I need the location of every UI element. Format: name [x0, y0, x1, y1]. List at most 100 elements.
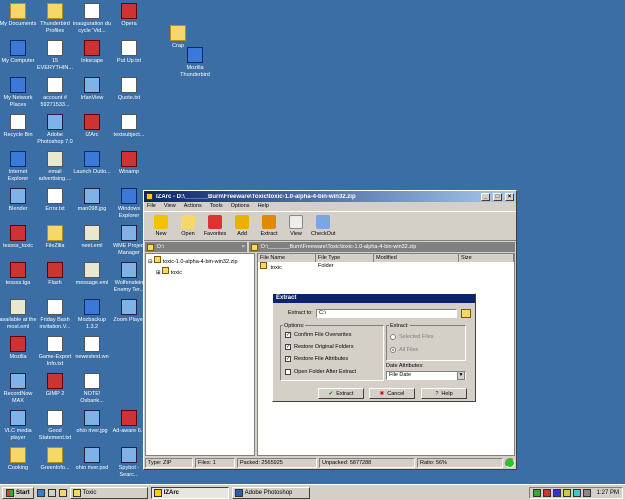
minimize-button[interactable]: _	[481, 192, 490, 201]
close-pane-icon[interactable]: ×	[242, 244, 245, 250]
start-button[interactable]: Start	[2, 486, 34, 499]
desktop-icon[interactable]: neet.eml	[72, 225, 112, 250]
desktop-icon[interactable]: ohio river.jpg	[72, 410, 112, 435]
desktop-icon[interactable]: FileZilla	[35, 225, 75, 250]
speaker-icon[interactable]	[582, 488, 591, 497]
menu-tools[interactable]: Tools	[210, 203, 223, 210]
task-photoshop[interactable]: Adobe Photoshop	[231, 486, 310, 499]
view-button[interactable]: View	[284, 214, 308, 238]
desktop-icon-mozilla-thunderbird[interactable]: Mozilla Thunderbird	[175, 47, 215, 79]
menu-options[interactable]: Options	[231, 203, 250, 210]
desktop-icon[interactable]: Recycle Bin	[0, 114, 38, 139]
desktop-icon[interactable]: man098.jpg	[72, 188, 112, 213]
desktop-icon[interactable]: GreenInfo...	[35, 447, 75, 472]
menu-file[interactable]: File	[147, 203, 156, 210]
up-folder-icon[interactable]	[147, 243, 154, 251]
quicklaunch-desktop-icon[interactable]	[47, 488, 56, 497]
desktop-icon[interactable]: Adobe Photoshop 7.0	[35, 114, 75, 146]
menu-view[interactable]: View	[164, 203, 176, 210]
folder-tree[interactable]: ⊟ toxic-1.0-alpha-4-bin-win32.zip ⊞ toxi…	[145, 253, 255, 456]
extract-button[interactable]: Extract	[257, 214, 281, 238]
task-toxic[interactable]: Toxic	[69, 486, 148, 499]
desktop-icon[interactable]: Good Statement.txt	[35, 410, 75, 442]
tray-icon[interactable]	[552, 488, 561, 497]
desktop-icon[interactable]: Opera	[109, 3, 149, 28]
desktop-icon[interactable]: ohio river.psd	[72, 447, 112, 472]
col-file-type[interactable]: File Type	[316, 254, 374, 262]
desktop-icon[interactable]: email advertising....	[35, 151, 75, 183]
desktop-icon[interactable]: Put Up.txt	[109, 40, 149, 65]
tray-icon[interactable]	[562, 488, 571, 497]
date-attributes-select[interactable]: File Date ▼	[386, 371, 466, 380]
table-row[interactable]: toxic Folder	[258, 262, 514, 273]
selected-files-radio[interactable]: Selected Files	[390, 334, 434, 340]
checkout-button[interactable]: CheckOut	[311, 214, 335, 238]
all-files-radio[interactable]: All Files	[390, 347, 418, 353]
tray-icon[interactable]	[532, 488, 541, 497]
desktop-icon[interactable]: GIMP 2	[35, 373, 75, 398]
up-folder-icon[interactable]	[251, 243, 258, 251]
col-modified[interactable]: Modified	[374, 254, 459, 262]
restore-folders-checkbox[interactable]: ✓ Restore Original Folders	[285, 344, 354, 350]
desktop-icon[interactable]: available at the most.eml	[0, 299, 38, 331]
desktop-icon[interactable]: RecordNow MAX	[0, 373, 38, 405]
desktop-icon[interactable]: Flash	[35, 262, 75, 287]
open-folder-checkbox[interactable]: Open Folder After Extract	[285, 369, 356, 375]
tray-icon[interactable]	[572, 488, 581, 497]
desktop-icon[interactable]: account # 59271533...	[35, 77, 75, 109]
desktop-icon[interactable]: Winamp	[109, 151, 149, 176]
left-path[interactable]: D:\ ×	[145, 242, 247, 252]
right-path[interactable]: D:\_______Burn\Freeware\Toxic\toxic-1.0-…	[249, 242, 515, 252]
desktop-icon[interactable]: message.eml	[72, 262, 112, 287]
col-size[interactable]: Size	[459, 254, 514, 262]
task-izarc[interactable]: IZArc	[150, 486, 229, 499]
quicklaunch-ie-icon[interactable]	[36, 488, 45, 497]
desktop-icon[interactable]: VLC media player	[0, 410, 38, 442]
open-button[interactable]: Open	[176, 214, 200, 238]
desktop-icon[interactable]: inauguration du cycle 'Vid...	[72, 3, 112, 35]
desktop-icon[interactable]: tessss.tga	[0, 262, 38, 287]
add-button[interactable]: Add	[230, 214, 254, 238]
desktop-icon[interactable]: Friday Bash invitation.V...	[35, 299, 75, 331]
desktop-icon[interactable]: textsubject...	[109, 114, 149, 139]
browse-folder-icon[interactable]	[461, 309, 471, 318]
desktop-icon[interactable]: My Network Places	[0, 77, 38, 109]
desktop-icon[interactable]: Mozilla	[0, 336, 38, 361]
col-file-name[interactable]: File Name	[258, 254, 316, 262]
close-button[interactable]: ×	[505, 192, 514, 201]
izarc-title-bar[interactable]: IZArc - D:\_______Burn\Freeware\Toxic\to…	[144, 191, 516, 202]
extract-confirm-button[interactable]: ✔ Extract	[318, 388, 364, 399]
desktop-icon[interactable]: Error.txt	[35, 188, 75, 213]
desktop-icon[interactable]: Thunderbird Profiles	[35, 3, 75, 35]
menu-help[interactable]: Help	[258, 203, 269, 210]
quicklaunch-explorer-icon[interactable]	[58, 488, 67, 497]
restore-attributes-checkbox[interactable]: ✓ Restore File Attributes	[285, 356, 348, 362]
tray-icon[interactable]	[542, 488, 551, 497]
extract-to-input[interactable]: C:\	[316, 309, 457, 318]
maximize-button[interactable]: □	[493, 192, 502, 201]
desktop-icon[interactable]: Blender	[0, 188, 38, 213]
desktop-icon[interactable]: Launch Outlo...	[72, 151, 112, 176]
desktop-icon[interactable]: IZArc	[72, 114, 112, 139]
new-button[interactable]: New	[149, 214, 173, 238]
desktop-icon[interactable]: tessss_toxic	[0, 225, 38, 250]
cancel-button[interactable]: ✖ Cancel	[369, 388, 415, 399]
desktop-icon[interactable]: Quote.txt	[109, 77, 149, 102]
desktop-icon[interactable]: My Computer	[0, 40, 38, 65]
menu-actions[interactable]: Actions	[184, 203, 202, 210]
tree-root[interactable]: ⊟ toxic-1.0-alpha-4-bin-win32.zip	[148, 256, 252, 267]
desktop-icon[interactable]: 15 EVERYTHIN...	[35, 40, 75, 72]
desktop-icon[interactable]: My Documents	[0, 3, 38, 28]
confirm-overwrites-checkbox[interactable]: ✓ Confirm File Overwrites	[285, 332, 351, 338]
desktop-icon[interactable]: newestest.wn	[72, 336, 112, 361]
chevron-down-icon[interactable]: ▼	[457, 371, 465, 380]
desktop-icon[interactable]: NOTE! Osbank...	[72, 373, 112, 405]
desktop-icon[interactable]: Game-Export Info.txt	[35, 336, 75, 368]
help-button[interactable]: ? Help	[421, 388, 467, 399]
desktop-icon[interactable]: Inkscape	[72, 40, 112, 65]
desktop-icon[interactable]: Mozbackup 1.3.2	[72, 299, 112, 331]
desktop-icon[interactable]: Cooking	[0, 447, 38, 472]
favorites-button[interactable]: Favorites	[203, 214, 227, 238]
desktop-icon[interactable]: IrfanView	[72, 77, 112, 102]
desktop-icon[interactable]: Internet Explorer	[0, 151, 38, 183]
